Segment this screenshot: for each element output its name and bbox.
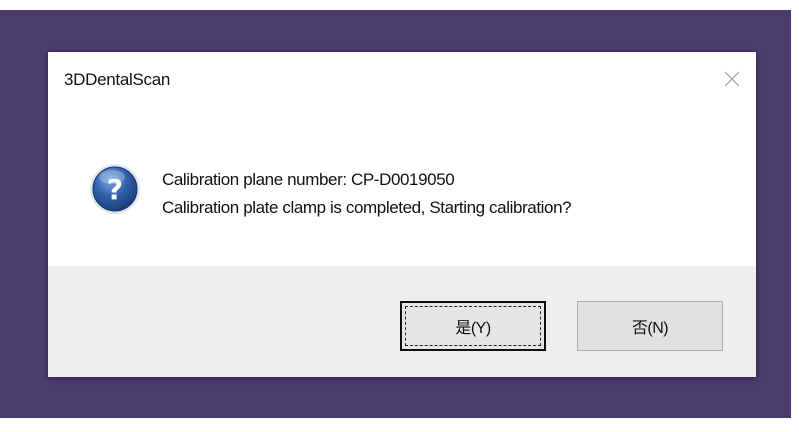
yes-button-label: 是(Y) [455,320,491,337]
dialog-button-bar: 是(Y) 否(N) [48,266,756,377]
message-line-2: Calibration plate clamp is completed, St… [162,198,572,217]
no-button-label: 否(N) [631,320,669,337]
no-button[interactable]: 否(N) [577,301,723,351]
close-button[interactable] [716,64,748,94]
message-line-1: Calibration plane number: CP-D0019050 [162,170,455,189]
svg-text:?: ? [107,173,123,206]
dialog-content: ? Calibration plane number: CP-D0019050 … [48,110,756,266]
close-icon [724,71,740,87]
dialog-titlebar[interactable]: 3DDentalScan [48,52,756,110]
dialog-message: Calibration plane number: CP-D0019050 Ca… [162,166,572,222]
question-icon: ? [90,164,140,214]
dialog-title: 3DDentalScan [64,70,171,89]
yes-button[interactable]: 是(Y) [400,301,546,351]
message-dialog: 3DDentalScan ? Calibration plane number:… [48,52,756,377]
